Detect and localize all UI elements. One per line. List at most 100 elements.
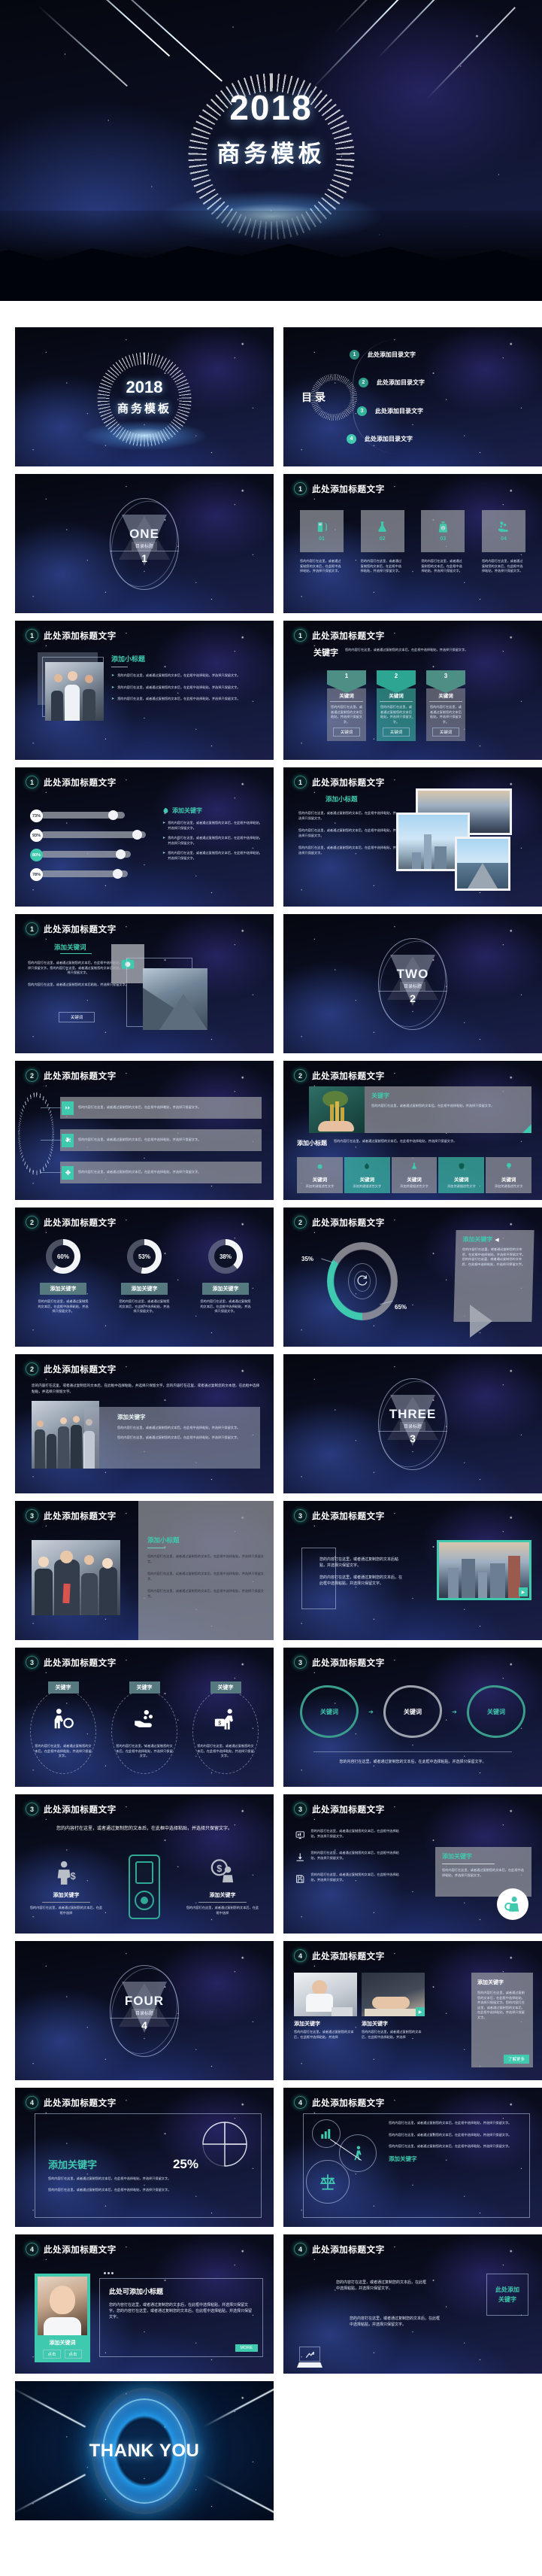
toc-item-3[interactable]: 3 此处添加目录文字: [357, 406, 423, 416]
cover-subtitle: 商务模板: [216, 140, 326, 167]
circle-item[interactable]: 关键字 您的内容打在这里，或者通过复制您的文本后，在此框中选择粘贴，并选择只保留…: [107, 1679, 182, 1774]
card-tag[interactable]: 点击: [64, 2350, 82, 2359]
divider-graphic: THREE 目录标题 3: [368, 1373, 458, 1475]
slide-two-photos[interactable]: 4 此处添加标题文字 添加关键字 您的内容打在这里，或者通过复制您的文本后，在此…: [283, 1941, 542, 2080]
slide-cover-thumb[interactable]: 2018 商务模板: [15, 327, 274, 466]
slide-divider-one[interactable]: ONE 目录标题 1: [15, 474, 274, 613]
toc-item-1[interactable]: 1 此处添加目录文字: [350, 350, 416, 360]
hex-chip[interactable]: 关键词: [333, 728, 360, 737]
card-item[interactable]: $ 03 您的内容打在这里，或者通过复制您的文本后，在此框中选择粘贴，并选择只保…: [421, 510, 465, 574]
slide-divider-two[interactable]: TWO 目录标题 2: [283, 914, 542, 1053]
person-dollar-icon: $: [210, 1859, 234, 1883]
slide-closing-text[interactable]: 4 此处添加标题文字 您的内容打在这里，或者通过复制您的文本后，在此框中选择粘贴…: [283, 2234, 542, 2374]
slide-camera[interactable]: 1 此处添加标题文字 添加关键词 您的内容打在这里，或者通过复制您的文本后，在此…: [15, 914, 274, 1053]
slide-three-circles[interactable]: 3 此处添加标题文字 关键字 您的内容打在这里，或者通过复制您的文本后，在此框中…: [15, 1648, 274, 1787]
hex-chip[interactable]: 关键词: [432, 728, 459, 737]
section-badge: 3: [294, 1656, 307, 1669]
slide-callouts[interactable]: 2 此处添加标题文字 您的内容打在这里，或者通过复制您的文本后，在此框中选择粘贴…: [15, 1061, 274, 1200]
slide-progress-bars[interactable]: 1 此处添加标题文字 73% 93% 80% 78% 添加关键字 ➤ 您的内容打…: [15, 767, 274, 907]
blob-item[interactable]: 关键词: [300, 1685, 359, 1738]
photo-card[interactable]: ▶ 添加关键字 您的内容打在这里，或者通过复制您的文本后，在此框中选择粘贴，并选…: [362, 1973, 425, 2040]
panel-text: 您的内容打在这里，或者通过复制您的文本后，在此框中选择粘贴，并选择只保留文字。您…: [109, 2303, 253, 2319]
progress-row: 78%: [30, 868, 150, 881]
icon-block-right[interactable]: $ 添加关键字 您的内容打在这里，或者通过复制您的文本后，在此框中选择: [185, 1859, 260, 1915]
slide-donuts[interactable]: 2 此处添加标题文字 60% 添加关键字 您的内容打在这里，或者通过复制您的文本…: [15, 1208, 274, 1347]
portrait-card[interactable]: 添加关键词 点击 点击: [35, 2274, 90, 2362]
hand-coins-icon: [135, 1709, 153, 1727]
hex-column[interactable]: 3 关键词 您的内容打在这里，或者通过复制您的文本后粘贴，并选择只保留文字。 关…: [426, 670, 465, 741]
slide-team-overlay[interactable]: 2 此处添加标题文字 您的内容打在这里，或者通过复制您的文本后，在此框中选择粘贴…: [15, 1354, 274, 1493]
callout-item[interactable]: 您的内容打在这里，或者通过复制您的文本后，在此框中选择粘贴，并选择只保留文字。: [60, 1129, 262, 1151]
hex-text: 您的内容打在这里，或者通过复制您的文本后粘贴，并选择只保留文字。: [331, 705, 362, 724]
slide-money-tree[interactable]: 2 此处添加标题文字 关键字 您的内容打在这里，或者通过复制您的文本后，在此框中…: [283, 1061, 542, 1200]
keyword-badge[interactable]: 此处添加 关键字: [486, 2274, 528, 2316]
slide-city[interactable]: 3 此处添加标题文字 您的内容打在这里，或者通过复制您的文本后粘贴，并选择只保留…: [283, 1501, 542, 1640]
circle-node[interactable]: [306, 2160, 350, 2204]
section-badge: 4: [294, 2243, 307, 2256]
slide-title: 此处添加标题文字: [44, 1511, 117, 1521]
more-button[interactable]: MORE: [235, 2344, 258, 2352]
keyword-card[interactable]: 关键词 添加关键描述性文字: [344, 1157, 390, 1193]
slide-table-of-contents[interactable]: 目录 1 此处添加目录文字 2 此处添加目录文字 3 此处添加目录文字 4 此处…: [283, 327, 542, 466]
card-head: 关键词: [312, 1177, 328, 1183]
woman-laptop-photo: [294, 1973, 357, 2016]
slide-thank-you[interactable]: THANK YOU: [15, 2381, 274, 2520]
hex-column[interactable]: 1 关键词 您的内容打在这里，或者通过复制您的文本后粘贴，并选择只保留文字。 关…: [327, 670, 366, 741]
card-item[interactable]: 02 您的内容打在这里，或者通过复制您的文本后，在此框中选择粘贴，并选择只保留文…: [360, 510, 404, 574]
cover-year: 2018: [229, 88, 313, 127]
slide-photo-collage[interactable]: 1 此处添加标题文字 添加小标题 您的内容打在这里，或者通过复制您的文本后，在此…: [283, 767, 542, 907]
hex-column[interactable]: 2 关键词 您的内容打在这里，或者通过复制您的文本后粘贴，并选择只保留文字。 关…: [377, 670, 416, 741]
donut-item[interactable]: 38% 添加关键字 您的内容打在这里，或者通过复制您的文本后，在此框中选择粘贴，…: [192, 1239, 259, 1314]
photo-card[interactable]: 添加关键字 您的内容打在这里，或者通过复制您的文本后，在此框中选择粘贴，并选择: [294, 1973, 357, 2040]
card-item[interactable]: 04 您的内容打在这里，或者通过复制您的文本后，在此框中选择粘贴，并选择只保留文…: [481, 510, 525, 574]
hex-head: 关键词: [380, 691, 413, 702]
slide-photo-bullets[interactable]: 1 此处添加标题文字 添加小标题 ➤ 您的内容打在这里，或者通过复制您的文本后，在…: [15, 621, 274, 760]
slide-icons-player[interactable]: 3 此处添加标题文字 您的内容打在这里，或者通过复制您的文本后，在此框中选择粘贴…: [15, 1794, 274, 1934]
slide-circle-icons[interactable]: 4 此处添加标题文字 您的内容打在这里，或者通过复制您的文本后，在此框中选择粘贴…: [283, 2088, 542, 2227]
circle-item[interactable]: 关键字 $ 您的内容打在这里，或者通过复制您的文本后，在此框中选择粘贴，并选择只…: [188, 1679, 263, 1774]
play-icon[interactable]: ▶: [519, 1587, 528, 1596]
divider-word: ONE: [129, 526, 159, 541]
handshake-photo: ▶: [362, 1973, 425, 2016]
callout-item[interactable]: 您的内容打在这里，或者通过复制您的文本后，在此框中选择粘贴，并选择只保留文字。: [60, 1162, 262, 1183]
callout-item[interactable]: 您的内容打在这里，或者通过复制您的文本后，在此框中选择粘贴，并选择只保留文字。: [60, 1097, 262, 1119]
arrow-right-icon: ➔: [368, 1708, 374, 1715]
card-item[interactable]: 01 您的内容打在这里，或者通过复制您的文本后，在此框中选择粘贴，并选择只保留文…: [300, 510, 344, 574]
card-tag[interactable]: 点击: [43, 2350, 61, 2359]
toc-item-2[interactable]: 2 此处添加目录文字: [359, 378, 425, 387]
slide-divider-four[interactable]: FOUR 目录标题 4: [15, 1941, 274, 2080]
panel-button[interactable]: 了解更多: [503, 2055, 529, 2064]
slide-pie-25[interactable]: 4 此处添加标题文字 25% 添加关键字 您的内容打在这里，或者通过复制您的文本…: [15, 2088, 274, 2227]
slide-portrait-card[interactable]: 4 此处添加标题文字 添加关键词 点击 点击 此处可添加小标题 您的内容打在这里…: [15, 2234, 274, 2374]
keyword-card[interactable]: 关键词 添加关键描述性文字: [438, 1157, 485, 1193]
slide-icon-list[interactable]: 3 此处添加标题文字 您的内容打在这里，或者通过复制您的文本后，在此框中选择粘贴…: [283, 1794, 542, 1934]
slide-photo-gray[interactable]: 3 此处添加标题文字 添加小标题 您的内容打在这里，或者通过复制您的文本后，在此…: [15, 1501, 274, 1640]
circle-node[interactable]: [339, 2134, 377, 2172]
list-item[interactable]: 您的内容打在这里，或者通过复制您的文本后，在此框中选择粘贴，并选择只保留文字。: [295, 1829, 401, 1842]
icon-block-left[interactable]: $ 添加关键字 您的内容打在这里，或者通过复制您的文本后，在此框中选择: [29, 1859, 104, 1915]
slide-divider-three[interactable]: THREE 目录标题 3: [283, 1354, 542, 1493]
collage-photo-road: [455, 837, 510, 891]
slide-four-cards[interactable]: 1 此处添加标题文字 01 您的内容打在这里，或者通过复制您的文本后，在此框中选…: [283, 474, 542, 613]
donut-item[interactable]: 60% 添加关键字 您的内容打在这里，或者通过复制您的文本后，在此框中选择粘贴，…: [30, 1239, 96, 1314]
keyword-card[interactable]: 关键词 添加关键描述性文字: [486, 1157, 531, 1193]
blob-item[interactable]: 关键词: [466, 1685, 525, 1738]
para-text: 您的内容打在这里，或者通过复制您的文本后，在此框中选择粘贴，并选择只保留文字。: [389, 2121, 512, 2125]
list-item[interactable]: 您的内容打在这里，或者通过复制您的文本后，在此框中选择粘贴，并选择只保留文字。: [295, 1851, 401, 1864]
slide-blobs[interactable]: 3 此处添加标题文字 关键词 ➔ 关键词 ➔ 关键词 您的内容打在这里，或者通过…: [283, 1648, 542, 1787]
slide-hex-three[interactable]: 1 此处添加标题文字 关键字 您的内容打在这里，或者通过复制您的文本后，在此框中…: [283, 621, 542, 760]
toc-item-4[interactable]: 4 此处添加目录文字: [347, 434, 413, 444]
keyword-card[interactable]: 关键词 添加关键描述性文字: [297, 1157, 343, 1193]
slide-big-donut[interactable]: 2 此处添加标题文字 35% 65% 添加关键字 ◀ 您的内容打在这里，或者通过…: [283, 1208, 542, 1347]
card-head: 关键词: [454, 1177, 469, 1183]
sub-heading: 添加关键词: [54, 943, 86, 951]
list-item[interactable]: 您的内容打在这里，或者通过复制您的文本后，在此框中选择粘贴，并选择只保留文字。: [295, 1873, 401, 1885]
hex-chip[interactable]: 关键词: [383, 728, 410, 737]
circle-item[interactable]: 关键字 您的内容打在这里，或者通过复制您的文本后，在此框中选择粘贴，并选择只保留…: [26, 1679, 101, 1774]
keyword-card[interactable]: 关键词 添加关键描述性文字: [391, 1157, 438, 1193]
camera-button[interactable]: 关键词: [59, 1012, 95, 1022]
blob-item[interactable]: 关键词: [383, 1685, 442, 1738]
section-badge: 1: [294, 482, 307, 495]
donut-item[interactable]: 53% 添加关键字 您的内容打在这里，或者通过复制您的文本后，在此框中选择粘贴，…: [111, 1239, 177, 1314]
play-icon[interactable]: ▶: [416, 2007, 425, 2016]
